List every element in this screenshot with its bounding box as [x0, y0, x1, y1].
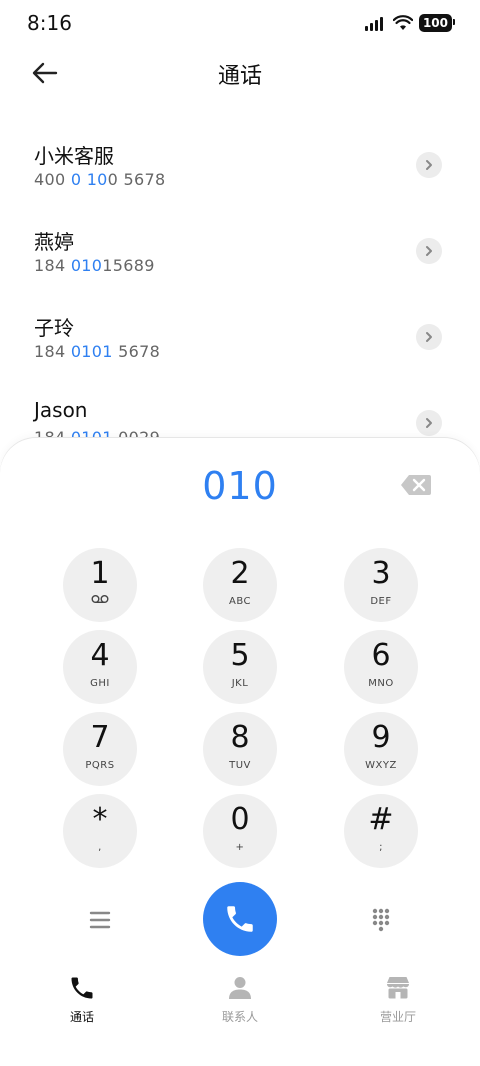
contact-item[interactable]: Jason 184 0101 0029: [0, 378, 480, 440]
tab-bar: 通话 联系人 营业厅: [0, 974, 480, 1034]
key-7[interactable]: 7 PQRS: [63, 712, 137, 786]
key-5[interactable]: 5 JKL: [203, 630, 277, 704]
page-title: 通话: [217, 64, 262, 89]
battery-indicator: 100: [418, 14, 456, 32]
chevron-right-icon: [426, 246, 432, 256]
contact-item[interactable]: 燕婷 184 01015689: [0, 206, 480, 292]
key-2[interactable]: 2 ABC: [203, 548, 277, 622]
contact-detail-button[interactable]: [416, 410, 442, 436]
keypad-toggle-button[interactable]: [367, 906, 395, 934]
dialpad-sheet: 010 1 2 ABC 3 DEF 4 GHI 5 JKL 6 MNO 7 PQ…: [0, 438, 480, 1066]
voicemail-icon: [91, 595, 109, 603]
contact-detail-button[interactable]: [416, 324, 442, 350]
menu-button[interactable]: [86, 906, 114, 934]
contact-detail-button[interactable]: [416, 238, 442, 264]
chevron-right-icon: [426, 418, 432, 428]
contact-name: 燕婷: [34, 230, 74, 254]
contact-name: 小米客服: [34, 144, 114, 168]
contact-name: 子玲: [34, 316, 74, 340]
dialer-actions: [0, 882, 480, 964]
wifi-icon: [392, 15, 413, 30]
contact-detail-button[interactable]: [416, 152, 442, 178]
signal-icon: [364, 17, 383, 31]
phone-icon: [227, 906, 253, 932]
key-9[interactable]: 9 WXYZ: [344, 712, 418, 786]
tab-service-hall[interactable]: 营业厅: [348, 974, 448, 1025]
tab-contacts[interactable]: 联系人: [190, 974, 290, 1025]
status-time: 8:16: [27, 11, 72, 35]
key-4[interactable]: 4 GHI: [63, 630, 137, 704]
tab-label: 通话: [69, 1010, 94, 1024]
contact-item[interactable]: 小米客服 400 0 100 5678: [0, 120, 480, 206]
backspace-button[interactable]: [400, 474, 432, 496]
call-button[interactable]: [203, 882, 277, 956]
header: 通话: [0, 50, 480, 98]
menu-icon: [89, 911, 111, 929]
status-bar: 8:16 100: [0, 0, 480, 46]
store-icon: [387, 977, 409, 999]
tab-label: 联系人: [221, 1010, 258, 1024]
tab-label: 营业厅: [379, 1010, 416, 1024]
backspace-icon: [401, 475, 431, 495]
person-icon: [229, 977, 251, 999]
contact-item[interactable]: 子玲 184 0101 5678: [0, 292, 480, 378]
status-icons: 100: [364, 13, 456, 33]
contact-number: 400 0 100 5678: [34, 170, 166, 189]
key-6[interactable]: 6 MNO: [344, 630, 418, 704]
chevron-right-icon: [426, 160, 432, 170]
chevron-right-icon: [426, 332, 432, 342]
phone-icon: [71, 977, 93, 999]
contact-list: 小米客服 400 0 100 5678 燕婷 184 01015689 子玲 1…: [0, 120, 480, 440]
contact-number: 184 0101 5678: [34, 342, 161, 361]
contact-name: Jason: [34, 398, 88, 422]
key-0[interactable]: 0 +: [203, 794, 277, 868]
contact-number: 184 01015689: [34, 256, 155, 275]
key-hash[interactable]: # ;: [344, 794, 418, 868]
key-3[interactable]: 3 DEF: [344, 548, 418, 622]
tab-calls[interactable]: 通话: [32, 974, 132, 1025]
key-1[interactable]: 1: [63, 548, 137, 622]
key-star[interactable]: * ,: [63, 794, 137, 868]
dialpad-icon: [372, 908, 390, 932]
key-8[interactable]: 8 TUV: [203, 712, 277, 786]
